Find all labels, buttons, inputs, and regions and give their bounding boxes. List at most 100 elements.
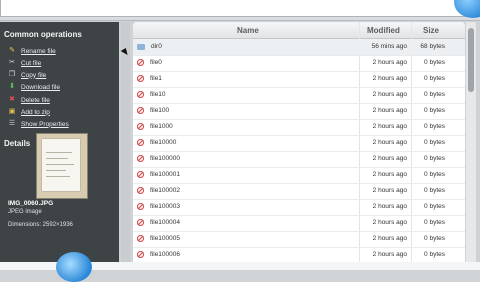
table-row[interactable]: file100 2 hours ago 0 bytes <box>133 103 465 120</box>
table-row[interactable]: file100002 2 hours ago 0 bytes <box>133 183 465 200</box>
table-header: Name Modified Size <box>133 22 465 39</box>
file-icon <box>137 59 144 66</box>
row-size-cell: 0 bytes <box>424 59 445 66</box>
copy-icon: ❐ <box>8 71 16 78</box>
rename-file-link[interactable]: ✎ Rename file <box>8 45 56 57</box>
file-list-panel: Name Modified Size dir0 56 mins ago 68 byt… <box>133 22 465 262</box>
scrollbar-thumb[interactable] <box>468 28 474 92</box>
column-header-name[interactable]: Name <box>237 26 259 35</box>
row-name-text: file100 <box>150 107 170 114</box>
file-icon <box>137 219 144 226</box>
thumbnail-line <box>46 170 66 171</box>
row-modified-cell: 2 hours ago <box>372 91 407 98</box>
row-name-cell: dir0 <box>137 43 162 50</box>
row-name-text: file100005 <box>150 235 180 242</box>
file-icon <box>137 155 144 162</box>
row-modified-cell: 2 hours ago <box>372 219 407 226</box>
row-size-cell: 0 bytes <box>424 203 445 210</box>
row-name-text: file100006 <box>150 251 180 258</box>
row-name-text: dir0 <box>151 43 162 50</box>
path-field[interactable] <box>0 0 472 17</box>
table-row[interactable]: file100000 2 hours ago 0 bytes <box>133 151 465 168</box>
table-row[interactable]: file100003 2 hours ago 0 bytes <box>133 199 465 216</box>
row-name-text: file10000 <box>150 139 177 146</box>
table-row[interactable]: file1000 2 hours ago 0 bytes <box>133 119 465 136</box>
thumbnail-line <box>46 152 72 153</box>
table-row[interactable]: file0 2 hours ago 0 bytes <box>133 55 465 72</box>
table-row[interactable]: file100005 2 hours ago 0 bytes <box>133 231 465 248</box>
row-size-cell: 0 bytes <box>424 251 445 258</box>
row-name-text: file100004 <box>150 219 180 226</box>
download-file-link[interactable]: ⬇ Download file <box>8 81 60 93</box>
cut-icon: ✂ <box>9 59 15 66</box>
column-header-size[interactable]: Size <box>423 26 439 35</box>
cut-file-link[interactable]: ✂ Cut file <box>8 57 41 69</box>
row-size-cell: 0 bytes <box>424 235 445 242</box>
show-properties-link[interactable]: ☰ Show Properties <box>8 118 69 130</box>
row-modified-cell: 2 hours ago <box>372 251 407 258</box>
detail-dimensions: Dimensions: 2592×1936 <box>8 222 73 228</box>
row-size-cell: 0 bytes <box>424 91 445 98</box>
decorative-blob <box>56 252 92 282</box>
properties-icon: ☰ <box>8 120 16 127</box>
row-size-cell: 0 bytes <box>424 219 445 226</box>
top-toolbar <box>0 0 480 21</box>
add-to-zip-link[interactable]: ▣ Add to zip <box>8 106 50 118</box>
row-modified-cell: 2 hours ago <box>372 75 407 82</box>
row-size-cell: 0 bytes <box>424 139 445 146</box>
row-modified-cell: 56 mins ago <box>371 43 407 50</box>
table-row[interactable]: file100001 2 hours ago 0 bytes <box>133 167 465 184</box>
thumbnail-paper <box>42 139 80 191</box>
table-row[interactable]: file10 2 hours ago 0 bytes <box>133 87 465 104</box>
row-name-cell: file1 <box>137 75 162 82</box>
row-name-text: file100003 <box>150 203 180 210</box>
row-name-cell: file100004 <box>137 219 180 226</box>
row-name-text: file10 <box>150 91 166 98</box>
image-thumbnail <box>36 133 88 199</box>
row-name-cell: file100006 <box>137 251 180 258</box>
rename-icon: ✎ <box>9 47 15 54</box>
splitter[interactable] <box>121 22 130 262</box>
row-name-text: file100002 <box>150 187 180 194</box>
copy-file-link[interactable]: ❐ Copy file <box>8 69 46 81</box>
vertical-scrollbar[interactable] <box>466 22 476 262</box>
row-modified-cell: 2 hours ago <box>372 123 407 130</box>
row-name-text: file100000 <box>150 155 180 162</box>
row-name-cell: file100003 <box>137 203 180 210</box>
row-name-cell: file0 <box>137 59 162 66</box>
folder-icon <box>137 43 145 50</box>
table-row[interactable]: dir0 56 mins ago 68 bytes <box>133 39 465 56</box>
file-icon <box>137 251 144 258</box>
delete-icon: ✖ <box>9 96 15 103</box>
file-icon <box>137 75 144 82</box>
download-icon: ⬇ <box>9 83 15 90</box>
thumbnail-line <box>46 176 70 177</box>
row-name-cell: file10 <box>137 91 166 98</box>
table-row[interactable]: file10000 2 hours ago 0 bytes <box>133 135 465 152</box>
thumbnail-line <box>46 158 68 159</box>
row-name-cell: file1000 <box>137 123 173 130</box>
table-row[interactable]: file100006 2 hours ago 0 bytes <box>133 247 465 262</box>
row-size-cell: 0 bytes <box>424 171 445 178</box>
row-name-cell: file100 <box>137 107 169 114</box>
row-name-text: file1 <box>150 75 162 82</box>
file-icon <box>137 235 144 242</box>
row-modified-cell: 2 hours ago <box>372 139 407 146</box>
row-name-text: file100001 <box>150 171 180 178</box>
row-modified-cell: 2 hours ago <box>372 203 407 210</box>
column-header-modified[interactable]: Modified <box>367 26 400 35</box>
file-icon <box>137 139 144 146</box>
file-icon <box>137 187 144 194</box>
row-size-cell: 0 bytes <box>424 123 445 130</box>
row-name-cell: file10000 <box>137 139 176 146</box>
row-modified-cell: 2 hours ago <box>372 59 407 66</box>
row-name-cell: file100002 <box>137 187 180 194</box>
row-name-cell: file100001 <box>137 171 180 178</box>
file-icon <box>137 203 144 210</box>
table-row[interactable]: file100004 2 hours ago 0 bytes <box>133 215 465 232</box>
row-modified-cell: 2 hours ago <box>372 171 407 178</box>
table-row[interactable]: file1 2 hours ago 0 bytes <box>133 71 465 88</box>
row-name-cell: file100005 <box>137 235 180 242</box>
delete-file-link[interactable]: ✖ Delete file <box>8 94 50 106</box>
row-size-cell: 0 bytes <box>424 155 445 162</box>
